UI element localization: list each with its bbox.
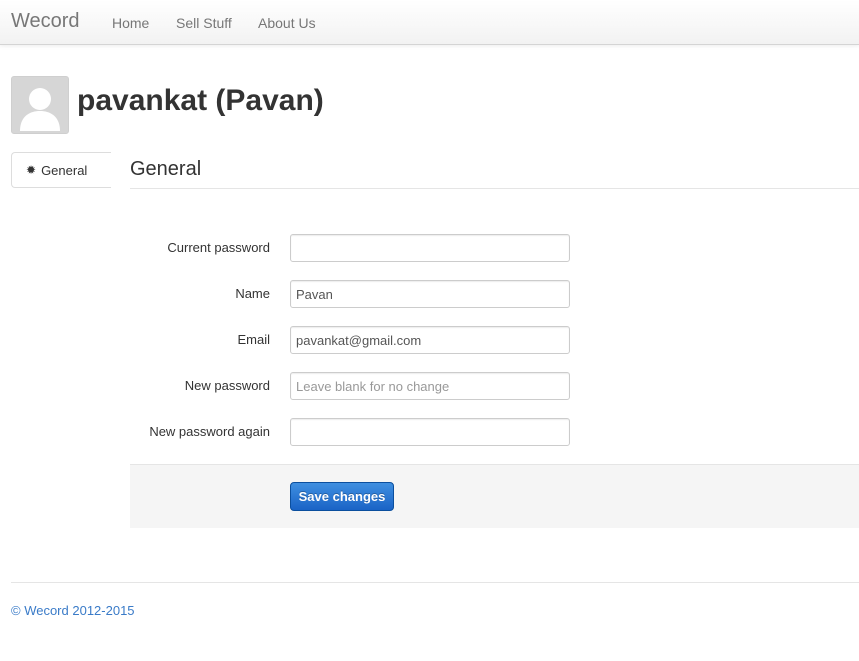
default-user-avatar-icon bbox=[14, 79, 66, 131]
new-password-again-label: New password again bbox=[149, 424, 270, 439]
email-field[interactable] bbox=[290, 326, 570, 354]
page-title: pavankat (Pavan) bbox=[77, 84, 324, 117]
new-password-label: New password bbox=[184, 378, 270, 393]
name-label: Name bbox=[235, 286, 270, 301]
top-navbar: Wecord Home Sell Stuff About Us bbox=[0, 0, 859, 45]
footer-divider bbox=[11, 582, 859, 583]
sidebar-item-label: General bbox=[41, 162, 88, 178]
new-password-field[interactable] bbox=[290, 372, 570, 400]
gear-icon: ✹ bbox=[26, 163, 37, 177]
email-label: Email bbox=[237, 332, 270, 347]
nav-link-about-us[interactable]: About Us bbox=[258, 15, 316, 31]
form-actions: Save changes bbox=[130, 464, 859, 528]
avatar bbox=[11, 76, 69, 134]
nav-link-home[interactable]: Home bbox=[112, 15, 149, 31]
section-title: General bbox=[130, 158, 202, 180]
save-changes-button[interactable]: Save changes bbox=[290, 482, 394, 511]
name-field[interactable] bbox=[290, 280, 570, 308]
brand-link[interactable]: Wecord bbox=[11, 10, 80, 33]
new-password-again-field[interactable] bbox=[290, 418, 570, 446]
nav-link-sell-stuff[interactable]: Sell Stuff bbox=[176, 15, 232, 31]
current-password-label: Current password bbox=[167, 240, 270, 255]
footer-copyright: © Wecord 2012-2015 bbox=[11, 603, 135, 618]
sidebar-item-general[interactable]: ✹ General bbox=[11, 152, 111, 188]
section-divider bbox=[130, 188, 859, 189]
current-password-field[interactable] bbox=[290, 234, 570, 262]
